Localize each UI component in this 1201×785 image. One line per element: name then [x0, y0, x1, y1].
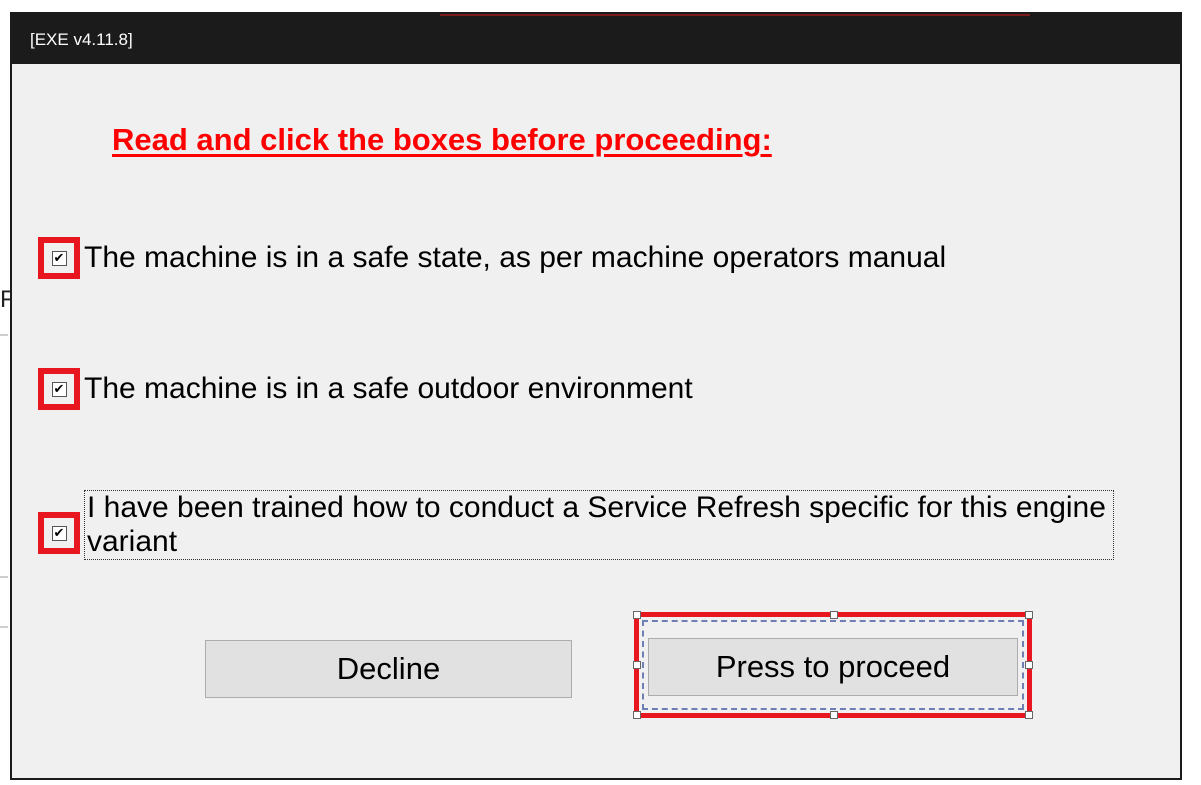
title-bar[interactable]: [EXE v4.11.8]	[12, 14, 1180, 64]
resize-handle[interactable]	[830, 611, 838, 619]
checkbox-outdoor-environment[interactable]: ✔	[51, 381, 67, 397]
check-mark-icon: ✔	[53, 250, 65, 266]
checkbox-highlight: ✔	[38, 512, 80, 554]
title-bar-accent	[440, 14, 1030, 16]
instruction-heading: Read and click the boxes before proceedi…	[112, 122, 772, 157]
checkbox-row-outdoor-environment[interactable]: ✔ The machine is in a safe outdoor envir…	[38, 368, 693, 410]
checkbox-row-safe-state[interactable]: ✔ The machine is in a safe state, as per…	[38, 237, 946, 279]
checkbox-trained[interactable]: ✔	[51, 525, 67, 541]
resize-handle[interactable]	[1025, 711, 1033, 719]
resize-handle[interactable]	[633, 711, 641, 719]
check-mark-icon: ✔	[53, 381, 65, 397]
background-divider	[0, 334, 8, 336]
decline-button[interactable]: Decline	[205, 640, 572, 698]
checkbox-row-trained[interactable]: ✔ I have been trained how to conduct a S…	[38, 490, 1114, 560]
window-title: [EXE v4.11.8]	[30, 30, 133, 49]
check-mark-icon: ✔	[53, 525, 65, 541]
resize-handle[interactable]	[1025, 661, 1033, 669]
background-divider	[0, 626, 8, 628]
resize-handle[interactable]	[633, 661, 641, 669]
checkbox-highlight: ✔	[38, 237, 80, 279]
resize-handle[interactable]	[830, 711, 838, 719]
proceed-button[interactable]: Press to proceed	[648, 638, 1018, 696]
dialog-window: [EXE v4.11.8] Read and click the boxes b…	[10, 12, 1182, 780]
checkbox-label-safe-state[interactable]: The machine is in a safe state, as per m…	[84, 239, 946, 277]
checkbox-label-trained[interactable]: I have been trained how to conduct a Ser…	[84, 490, 1114, 560]
background-divider	[0, 576, 8, 578]
checkbox-label-outdoor-environment[interactable]: The machine is in a safe outdoor environ…	[84, 370, 693, 408]
resize-handle[interactable]	[633, 611, 641, 619]
checkbox-safe-state[interactable]: ✔	[51, 250, 67, 266]
checkbox-highlight: ✔	[38, 368, 80, 410]
screen: F [EXE v4.11.8] Read and click the boxes…	[0, 0, 1201, 785]
resize-handle[interactable]	[1025, 611, 1033, 619]
